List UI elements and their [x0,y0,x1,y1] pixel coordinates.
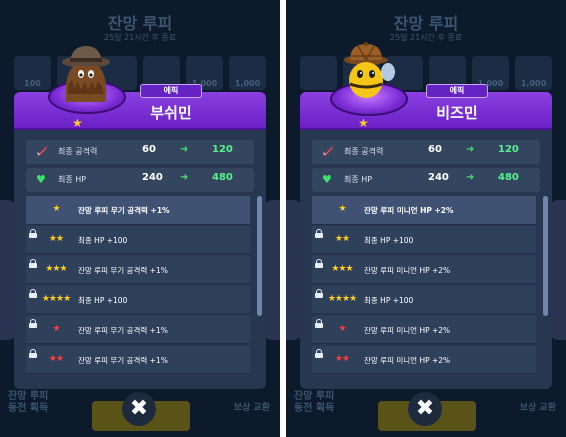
list-item: ★★ 최종 HP +100 [26,226,250,254]
arrow-right-icon: ➜ [466,172,475,183]
reward-exchange-label: 보상 교환 [519,403,556,413]
slot-number: 100 [24,79,41,88]
list-item: ★★★★ 최종 HP +100 [26,286,250,314]
hero-star-icon: ★ [358,116,369,130]
star-rank: ★★ [48,234,64,244]
hero-info-screen-right: 잔망 루피 25일 21시간 후 종료 1,000 1,000 잔망 루피 동전… [286,0,566,437]
bonus-description: 잔망 루피 미니언 HP +2% [364,326,451,335]
star-rank: ★ [338,204,346,214]
star-rank: ★ [338,324,346,334]
bonus-description: 잔망 루피 미니언 HP +2% [364,266,451,275]
stat-next-value: 480 [212,172,233,183]
stat-current-value: 240 [428,172,449,183]
hero-portrait-furry-creature [62,46,110,102]
list-item: ★★★ 잔망 루피 미니언 HP +2% [312,256,536,284]
star-rank: ★★ [48,354,64,364]
star-rank: ★★★ [331,264,353,274]
bonus-description: 잔망 루피 무기 공격력 +1% [78,326,168,335]
arrow-right-icon: ➜ [180,144,189,155]
heart-icon: ♥ [322,173,332,186]
slot-number: 1,000 [520,79,547,88]
event-timer: 25일 21시간 후 종료 [389,33,463,42]
sword-icon [322,145,334,160]
background-slot: 1,000 [515,56,552,90]
star-rank: ★★★★ [41,294,71,304]
event-timer: 25일 21시간 후 종료 [103,33,177,42]
hero-star-icon: ★ [72,116,83,130]
stat-next-value: 120 [498,144,519,155]
close-button[interactable]: ✖ [408,392,442,426]
star-rank: ★ [52,324,60,334]
stat-row-attack: 최종 공격력 60 ➜ 120 [312,140,540,164]
event-title: 잔망 루피 [393,14,459,33]
stat-next-value: 480 [498,172,519,183]
coin-acquire-label: 잔망 루피 동전 획득 [294,391,335,414]
star-rank: ★ [52,204,60,214]
list-item: ★ 잔망 루피 미니언 HP +2% [312,196,536,225]
stat-current-value: 240 [142,172,163,183]
sword-icon [36,145,48,160]
stat-row-hp: ♥ 최종 HP 240 ➜ 480 [312,168,540,192]
list-item: ★ 잔망 루피 무기 공격력 +1% [26,196,250,225]
background-slot: 1,000 [229,56,266,90]
stat-current-value: 60 [142,144,156,155]
list-item: ★★ 잔망 루피 미니언 HP +2% [312,346,536,374]
bonus-description: 잔망 루피 무기 공격력 +1% [78,266,168,275]
scrollbar[interactable] [257,196,262,316]
bonus-description: 잔망 루피 미니언 HP +2% [364,206,454,215]
list-item: ★ 잔망 루피 미니언 HP +2% [312,316,536,344]
star-rank: ★★★★ [327,294,357,304]
list-item: ★★★★ 최종 HP +100 [312,286,536,314]
star-rank: ★★ [334,354,350,364]
rarity-badge: 에픽 [140,84,202,98]
background-panel-edge [550,200,566,340]
rarity-badge: 에픽 [426,84,488,98]
stat-row-attack: 최종 공격력 60 ➜ 120 [26,140,254,164]
list-item: ★★ 잔망 루피 무기 공격력 +1% [26,346,250,374]
list-item: ★ 잔망 루피 무기 공격력 +1% [26,316,250,344]
stat-label: 최종 공격력 [58,147,98,156]
bonus-description: 잔망 루피 미니언 HP +2% [364,356,451,365]
stat-current-value: 60 [428,144,442,155]
hero-info-screen-left: 잔망 루피 25일 21시간 후 종료 100 1,000 1,000 잔망 루… [0,0,280,437]
list-item: ★★★ 잔망 루피 무기 공격력 +1% [26,256,250,284]
reward-exchange-label: 보상 교환 [233,403,270,413]
star-rank: ★★★ [45,264,67,274]
stat-label: 최종 공격력 [344,147,384,156]
stat-row-hp: ♥ 최종 HP 240 ➜ 480 [26,168,254,192]
slot-number: 1,000 [234,79,261,88]
hero-info-popup: 부쉬민 ★ 최종 공격력 60 ➜ 120 ♥ 최종 HP 240 ➜ 480 … [14,92,266,389]
close-button[interactable]: ✖ [122,392,156,426]
stat-label: 최종 HP [58,175,87,184]
stat-next-value: 120 [212,144,233,155]
hero-name: 부쉬민 [150,104,192,122]
stat-label: 최종 HP [344,175,373,184]
event-title: 잔망 루피 [107,14,173,33]
bonus-description: 최종 HP +100 [364,296,414,305]
list-item: ★★ 최종 HP +100 [312,226,536,254]
coin-acquire-label: 잔망 루피 동전 획득 [8,391,49,414]
background-slot [300,56,337,90]
bonus-description: 잔망 루피 무기 공격력 +1% [78,206,170,215]
star-bonus-list[interactable]: ★ 잔망 루피 미니언 HP +2% ★★ 최종 HP +100 ★★★ 잔망 … [312,196,548,389]
bonus-description: 최종 HP +100 [78,296,128,305]
scrollbar[interactable] [543,196,548,316]
background-panel-edge [264,200,280,340]
arrow-right-icon: ➜ [466,144,475,155]
star-rank: ★★ [334,234,350,244]
heart-icon: ♥ [36,173,46,186]
background-slot: 100 [14,56,51,90]
arrow-right-icon: ➜ [180,172,189,183]
hero-info-popup: 비즈민 ★ 최종 공격력 60 ➜ 120 ♥ 최종 HP 240 ➜ 480 … [300,92,552,389]
bonus-description: 최종 HP +100 [78,236,128,245]
hero-portrait-bee-creature [344,42,395,98]
bonus-description: 최종 HP +100 [364,236,414,245]
hero-name: 비즈민 [436,104,478,122]
bonus-description: 잔망 루피 무기 공격력 +1% [78,356,168,365]
star-bonus-list[interactable]: ★ 잔망 루피 무기 공격력 +1% ★★ 최종 HP +100 ★★★ 잔망 … [26,196,262,389]
